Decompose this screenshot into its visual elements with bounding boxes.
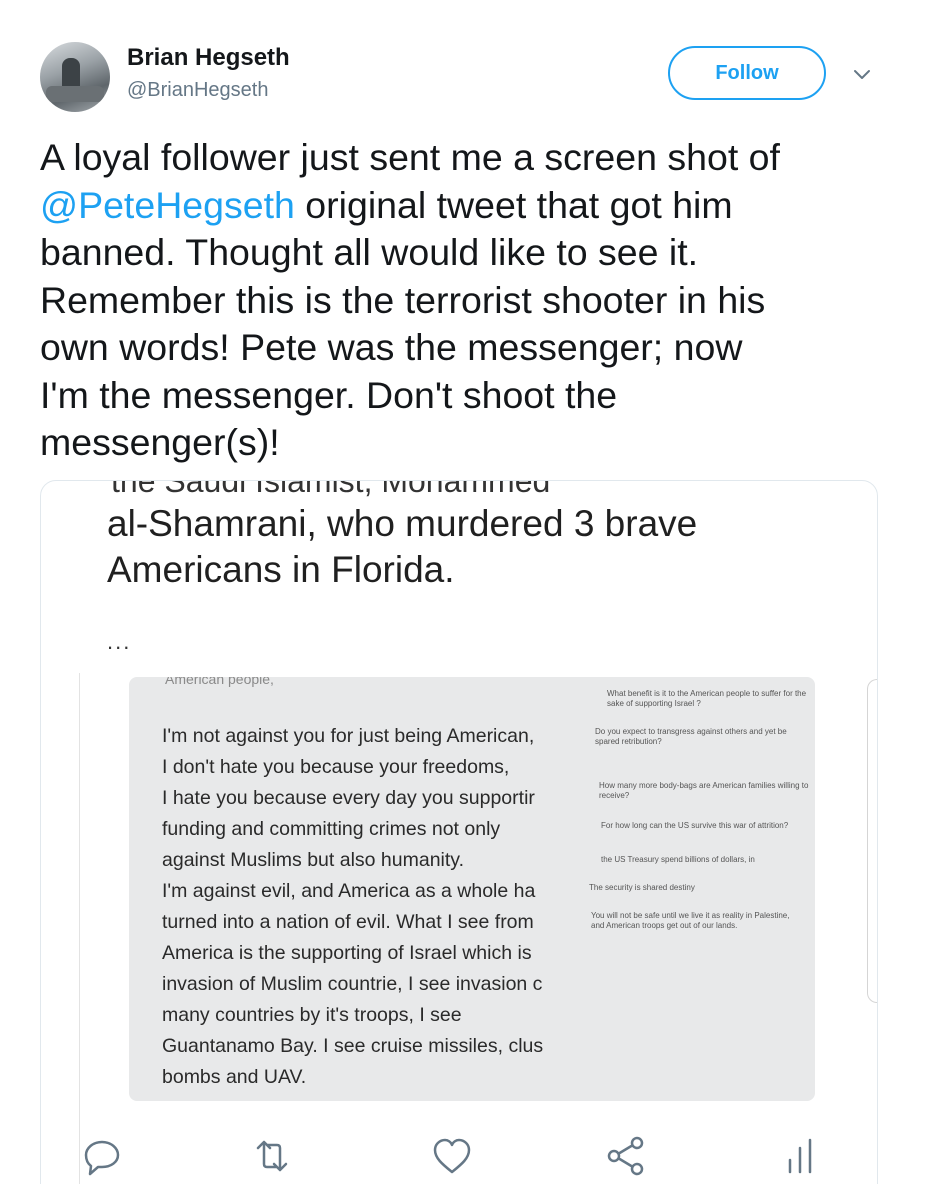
tweet-line: messenger(s)! (40, 421, 280, 463)
quote-line: I hate you because every day you support… (162, 787, 535, 809)
quote-image: American people, I'm not against you for… (129, 677, 815, 1101)
quote-line: against Muslims but also humanity. (162, 849, 465, 871)
side-note: the US Treasury spend billions of dollar… (601, 855, 755, 864)
quote-line: I'm against evil, and America as a whole… (162, 880, 536, 902)
quote-line: funding and committing crimes not only (162, 818, 501, 840)
side-note: The security is shared destiny (589, 883, 695, 892)
quote-line: invasion of Muslim countrie, I see invas… (162, 973, 543, 995)
side-note: How many more body-bags are American fam… (599, 781, 809, 800)
quote-text: I'm not against you for just being Ameri… (162, 721, 562, 1093)
quote-line: many countries by it's troops, I see (162, 1004, 462, 1026)
chevron-down-icon[interactable] (850, 62, 874, 86)
media-card[interactable]: the Saudi Islamist, Mohammed al-Shamrani… (40, 480, 878, 1184)
tweet-line: @PeteHegseth original tweet that got him (40, 182, 900, 230)
quote-line: I'm not against you for just being Ameri… (162, 725, 535, 747)
side-note: For how long can the US survive this war… (601, 821, 789, 830)
heart-icon[interactable] (430, 1134, 474, 1178)
user-handle[interactable]: @BrianHegseth (127, 79, 268, 102)
quote-line: Guantanamo Bay. I see cruise missiles, c… (162, 1035, 544, 1057)
avatar[interactable] (40, 42, 110, 112)
tweet-line-rest: original tweet that got him (294, 183, 733, 226)
media-text: al-Shamrani, who murdered 3 brave Americ… (107, 501, 807, 593)
mention-link[interactable]: @PeteHegseth (40, 184, 295, 226)
tweet-line: A loyal follower just sent me a screen s… (40, 136, 780, 178)
media-text-line: al-Shamrani, who murdered 3 brave (107, 503, 698, 544)
quote-line: America is the supporting of Israel whic… (162, 942, 532, 964)
quote-top-line: American people, (165, 677, 274, 687)
retweet-icon[interactable] (250, 1134, 294, 1178)
quote-line: bombs and UAV. (162, 1066, 307, 1088)
more-ellipsis: ... (107, 629, 132, 654)
tweet-line: banned. Thought all would like to see it… (40, 231, 699, 273)
avatar-car (46, 86, 104, 102)
media-text-line: Americans in Florida. (107, 549, 455, 590)
quote-line: I don't hate you because your freedoms, (162, 756, 510, 778)
user-name[interactable]: Brian Hegseth (127, 44, 290, 72)
tweet-line: Remember this is the terrorist shooter i… (40, 278, 766, 321)
side-note: What benefit is it to the American peopl… (607, 689, 807, 708)
side-note: You will not be safe until we live it as… (591, 911, 790, 930)
side-note: Do you expect to transgress against othe… (595, 727, 787, 746)
analytics-icon[interactable] (778, 1134, 822, 1178)
tweet-line: own words! Pete was the messenger; now (40, 326, 743, 368)
scroll-edge (867, 679, 877, 1003)
tweet-text: A loyal follower just sent me a screen s… (40, 134, 900, 467)
reply-icon[interactable] (80, 1134, 124, 1178)
tweet-line: I'm the messenger. Don't shoot the (40, 373, 618, 416)
action-bar (0, 1134, 932, 1184)
quote-line: turned into a nation of evil. What I see… (162, 911, 534, 933)
follow-button[interactable]: Follow (668, 46, 826, 100)
share-icon[interactable] (604, 1134, 648, 1178)
cropped-text-line: the Saudi Islamist, Mohammed (111, 480, 551, 499)
